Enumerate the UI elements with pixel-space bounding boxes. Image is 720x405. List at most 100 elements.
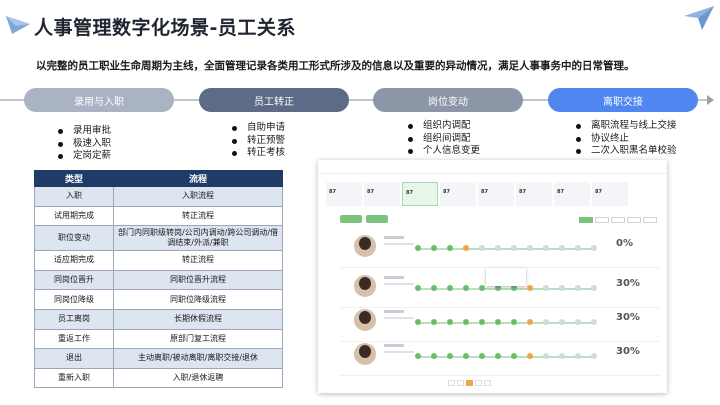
table-cell-type: 重新入职 (34, 367, 114, 389)
avatar (354, 275, 376, 297)
table-cell-type: 重返工作 (34, 328, 114, 350)
app-breadcrumb (318, 160, 667, 174)
table-row: 试用期完成 转正流程 (34, 205, 283, 227)
list-item: 极速入职 (58, 138, 111, 151)
table-row: 职位变动 部门内同职级转岗/公司内调动/跨公司调动/借 调结束/外派/兼职 (34, 225, 283, 252)
progress-step-dot (415, 245, 421, 251)
progress-step-dot (527, 245, 533, 251)
table-cell-process: 同职位降级流程 (113, 289, 283, 310)
table-cell-process: 主动离职/被动离职/离职交接/退休 (113, 348, 283, 369)
table-row: 重返工作 原部门复工流程 (34, 328, 283, 350)
employee-name-placeholder (384, 310, 404, 313)
pagination (448, 380, 493, 386)
table-cell-process: 部门内同职级转岗/公司内调动/跨公司调动/借 调结束/外派/兼职 (113, 225, 283, 252)
progress-step-dot (559, 285, 565, 291)
action-button (340, 215, 362, 223)
progress-percent: 30% (616, 278, 640, 289)
progress-step-dot (591, 285, 597, 291)
action-buttons (340, 215, 392, 223)
filter-tab (579, 217, 593, 223)
progress-step-dot (479, 245, 485, 251)
stat-card: 87 (516, 182, 552, 206)
table-row: 同岗位降级 同职位降级流程 (34, 289, 283, 310)
page-button (457, 380, 464, 386)
progress-step-dot (479, 285, 485, 291)
column-header-type: 类型 (34, 170, 114, 187)
process-table: 类型 流程 入职 入职流程 试用期完成 转正流程 职位变动 部门内同职级转岗/公司内调… (34, 170, 283, 389)
table-cell-type: 试用期完成 (34, 205, 114, 227)
list-item: 自助申请 (232, 122, 285, 135)
employee-name-placeholder (384, 236, 404, 239)
table-row: 适应期完成 转正流程 (34, 250, 283, 271)
timeline-arrow-icon (707, 95, 714, 105)
progress-step-dot (463, 285, 469, 291)
table-cell-process: 转正流程 (113, 250, 283, 271)
table-cell-process: 入职/退休返聘 (113, 367, 283, 389)
stage-onboarding-items: 录用审批 极速入职 定岗定薪 (58, 125, 111, 163)
page-button (484, 380, 491, 386)
stage-onboarding: 录用与入职 (24, 88, 174, 112)
progress-step-dot (527, 319, 533, 325)
list-item: 定岗定薪 (58, 150, 111, 163)
progress-step-dot (511, 353, 517, 359)
progress-step-dot (591, 245, 597, 251)
progress-step-dot (447, 285, 453, 291)
progress-step-dot (527, 285, 533, 291)
progress-step-dot (495, 319, 501, 325)
avatar (354, 343, 376, 365)
list-item: 个人信息变更 (408, 145, 480, 158)
progress-step-dot (511, 245, 517, 251)
table-cell-type: 退出 (34, 348, 114, 369)
table-cell-type: 职位变动 (34, 225, 114, 252)
progress-step-dot (479, 319, 485, 325)
stat-card: 87 (478, 182, 514, 206)
list-item: 协议终止 (576, 133, 677, 146)
table-cell-type: 入职 (34, 186, 114, 207)
table-row: 同岗位晋升 同职位晋升流程 (34, 269, 283, 291)
progress-track (418, 248, 594, 250)
progress-step-dot (431, 245, 437, 251)
employee-info-placeholder (384, 283, 414, 285)
employee-info-placeholder (384, 243, 414, 245)
employee-row: 0% (340, 228, 660, 268)
status-popup (486, 268, 526, 286)
stat-card: 87 (554, 182, 590, 206)
table-cell-process: 同职位晋升流程 (113, 269, 283, 291)
progress-step-dot (543, 245, 549, 251)
progress-step-dot (543, 353, 549, 359)
stat-card: 87 (592, 182, 628, 206)
progress-step-dot (559, 353, 565, 359)
filter-tabs (577, 217, 657, 223)
avatar (354, 309, 376, 331)
progress-step-dot (559, 245, 565, 251)
progress-step-dot (511, 319, 517, 325)
filter-tab (643, 217, 657, 223)
progress-step-dot (447, 245, 453, 251)
progress-track (418, 322, 594, 324)
progress-step-dot (495, 353, 501, 359)
list-item: 离职流程与线上交接 (576, 120, 677, 133)
progress-step-dot (559, 319, 565, 325)
progress-step-dot (543, 285, 549, 291)
employee-row: 30% (340, 336, 660, 376)
list-item: 组织间调配 (408, 133, 480, 146)
progress-percent: 0% (616, 238, 633, 249)
progress-track (418, 288, 594, 290)
table-cell-type: 员工离岗 (34, 308, 114, 330)
progress-step-dot (463, 319, 469, 325)
table-cell-process: 转正流程 (113, 205, 283, 227)
page-button (466, 380, 473, 386)
progress-step-dot (415, 319, 421, 325)
list-item: 录用审批 (58, 125, 111, 138)
table-cell-process: 入职流程 (113, 186, 283, 207)
employee-info-placeholder (384, 351, 414, 353)
table-cell-process: 原部门复工流程 (113, 328, 283, 350)
table-cell-process: 长期休假流程 (113, 308, 283, 330)
employee-name-placeholder (384, 276, 404, 279)
progress-percent: 30% (616, 346, 640, 357)
progress-step-dot (495, 245, 501, 251)
list-item: 转正预警 (232, 135, 285, 148)
paper-plane-icon (684, 6, 714, 30)
progress-step-dot (591, 353, 597, 359)
stage-regularization: 员工转正 (199, 88, 349, 112)
